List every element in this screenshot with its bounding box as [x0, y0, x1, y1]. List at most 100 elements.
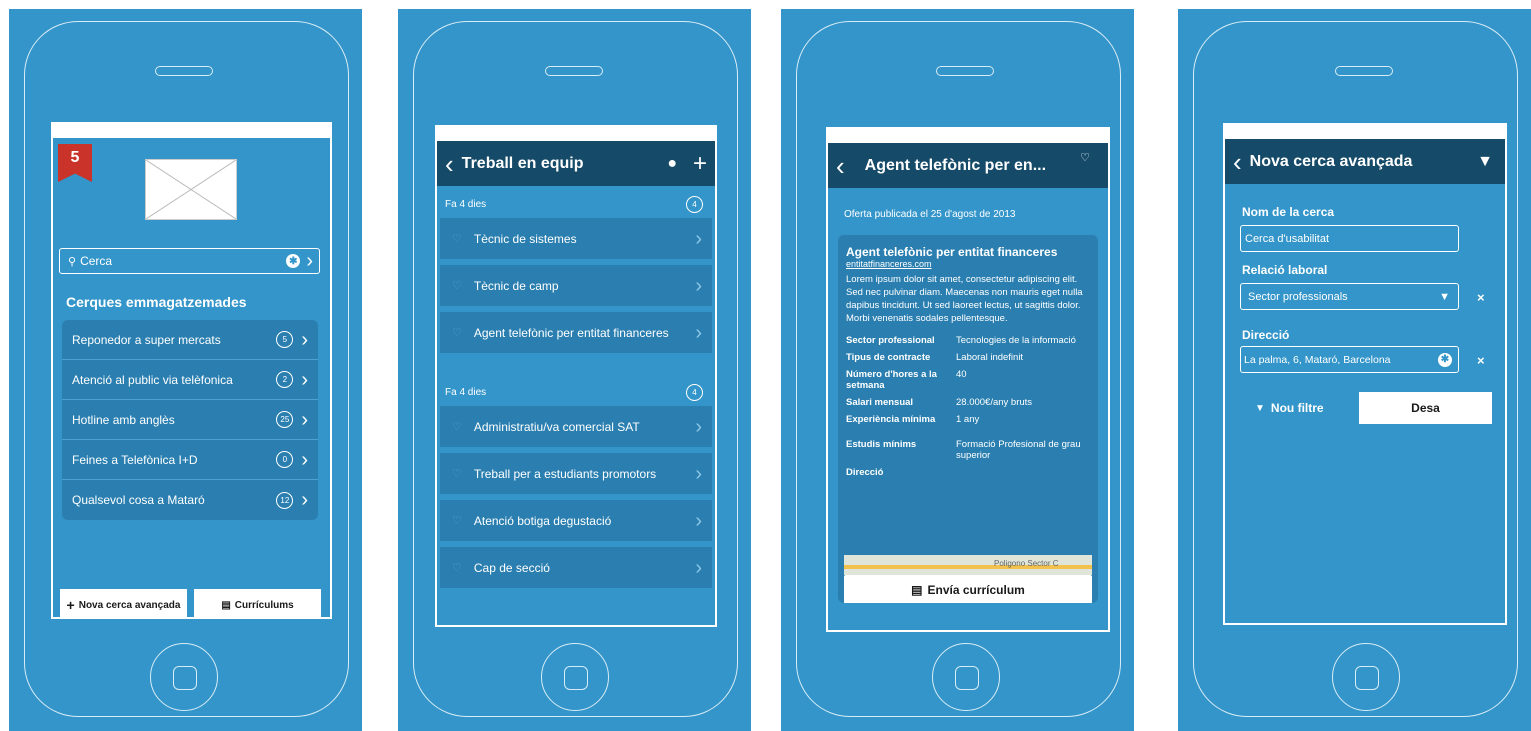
heart-icon[interactable]: ♡ [452, 420, 462, 433]
section-title: Cerques emmagatzemades [66, 294, 247, 310]
search-name-input[interactable]: Cerca d'usabilitat [1240, 225, 1459, 252]
search-input[interactable]: ⚲ Cerca ✱ › [59, 248, 320, 274]
home-button[interactable] [1332, 643, 1400, 711]
new-filter-button[interactable]: ▼ Nou filtre [1255, 401, 1324, 415]
new-advanced-search-button[interactable]: + Nova cerca avançada [60, 589, 187, 617]
job-row[interactable]: ♡ Administratiu/va comercial SAT › [440, 406, 712, 447]
heart-icon[interactable]: ♡ [452, 326, 462, 339]
page-title: Agent telefònic per en... [864, 156, 1047, 174]
saved-searches-list: Reponedor a super mercats 5 › Atenció al p… [62, 320, 318, 520]
heart-icon[interactable]: ♡ [452, 514, 462, 527]
list-item[interactable]: Atenció al public via telèfonica 2 › [62, 360, 318, 400]
locate-icon[interactable]: ✱ [1438, 352, 1452, 367]
job-row[interactable]: ♡ Atenció botiga degustació › [440, 500, 712, 541]
job-row[interactable]: ♡ Agent telefònic per entitat financeres › [440, 312, 712, 353]
phone-speaker [1335, 66, 1393, 76]
back-icon[interactable]: ‹ [445, 151, 454, 177]
phone-speaker [545, 66, 603, 76]
settings-icon[interactable]: ✱ [286, 254, 301, 268]
navbar: ‹ Treball en equip ● + [437, 141, 715, 186]
count-badge: 12 [276, 491, 294, 509]
count-badge: 0 [276, 451, 294, 468]
mockup-panel-advanced-search: ‹ Nova cerca avançada ▼ Nom de la cerca … [1178, 9, 1531, 731]
phone-screen: ‹ Treball en equip ● + Fa 4 dies 4 ♡ Tècn… [435, 125, 717, 627]
phone-speaker [155, 66, 213, 76]
document-icon: ▤ [221, 599, 231, 611]
home-button[interactable] [541, 643, 609, 711]
detail-row: Número d'hores a la setmana 40 [846, 369, 967, 391]
list-item[interactable]: Hotline amb anglès 25 › [62, 400, 318, 440]
count-badge: 5 [276, 331, 294, 348]
search-icon: ⚲ [68, 255, 77, 268]
chevron-right-icon: › [695, 462, 702, 485]
count-badge: 4 [686, 195, 703, 213]
relation-label: Relació laboral [1242, 263, 1328, 277]
map-label: Poligono Sector C [994, 559, 1059, 568]
relation-select[interactable]: Sector professionals ▼ [1240, 283, 1459, 310]
remove-address-icon[interactable]: × [1477, 353, 1485, 368]
chevron-right-icon[interactable]: › [306, 251, 313, 271]
chevron-right-icon: › [695, 509, 702, 532]
heart-icon[interactable]: ♡ [452, 279, 462, 292]
job-row[interactable]: ♡ Treball per a estudiants promotors › [440, 453, 712, 494]
remove-relation-icon[interactable]: × [1477, 290, 1485, 305]
company-link[interactable]: entitatfinanceres.com [846, 259, 1090, 269]
heart-icon[interactable]: ♡ [1080, 151, 1090, 164]
heart-icon[interactable]: ♡ [452, 467, 462, 480]
notification-badge[interactable]: 5 [58, 144, 92, 182]
address-label: Direcció [1242, 328, 1290, 342]
list-item[interactable]: Reponedor a super mercats 5 › [62, 320, 318, 360]
list-item[interactable]: Feines a Telefònica I+D 0 › [62, 440, 318, 480]
save-button[interactable]: Desa [1359, 392, 1492, 424]
navbar: ‹ Agent telefònic per en... ♡ [828, 143, 1108, 188]
group-header: Fa 4 dies 4 [437, 381, 715, 403]
phone-screen: ‹ Nova cerca avançada ▼ Nom de la cerca … [1223, 123, 1507, 625]
chevron-right-icon: › [695, 415, 702, 438]
logo-placeholder-image [145, 159, 237, 220]
job-row[interactable]: ♡ Tècnic de camp › [440, 265, 712, 306]
add-icon[interactable]: + [693, 151, 707, 176]
resumes-button[interactable]: ▤ Currículums [194, 589, 321, 617]
send-resume-button[interactable]: ▤ Envía currículum [844, 575, 1092, 603]
list-item[interactable]: Qualsevol cosa a Mataró 12 › [62, 480, 318, 520]
chevron-right-icon: › [301, 368, 308, 391]
count-badge: 4 [686, 383, 703, 401]
back-icon[interactable]: ‹ [836, 153, 845, 179]
heart-icon[interactable]: ♡ [452, 561, 462, 574]
chevron-right-icon: › [301, 448, 308, 471]
chevron-right-icon: › [695, 321, 702, 344]
navbar: ‹ Nova cerca avançada ▼ [1225, 139, 1505, 184]
chevron-right-icon: › [695, 556, 702, 579]
chevron-right-icon: › [301, 408, 308, 431]
mockup-panel-job-detail: ‹ Agent telefònic per en... ♡ Oferta pub… [781, 9, 1134, 731]
map-preview[interactable]: Poligono Sector C [844, 555, 1092, 575]
dropdown-arrow-icon: ▼ [1439, 290, 1450, 303]
job-title: Agent telefònic per entitat financeres [846, 245, 1058, 259]
heart-icon[interactable]: ♡ [452, 232, 462, 245]
filter-icon[interactable]: ▼ [1477, 153, 1493, 171]
chevron-right-icon: › [695, 227, 702, 250]
phone-screen: ‹ Agent telefònic per en... ♡ Oferta pub… [826, 127, 1110, 632]
job-row[interactable]: ♡ Tècnic de sistemes › [440, 218, 712, 259]
job-detail-card: Agent telefònic per entitat financeres e… [838, 235, 1098, 603]
count-badge: 2 [276, 371, 294, 388]
address-input[interactable]: La palma, 6, Mataró, Barcelona ✱ [1240, 346, 1459, 373]
detail-row: Estudis mínims Formació Profesional de gr… [846, 439, 1081, 461]
detail-row: Experiència mínima 1 any [846, 414, 980, 425]
filter-icon: ▼ [1255, 402, 1265, 414]
page-title: Treball en equip [461, 154, 584, 172]
mockup-panel-job-list: ‹ Treball en equip ● + Fa 4 dies 4 ♡ Tècn… [398, 9, 751, 731]
job-description: Lorem ipsum dolor sit amet, consectetur … [846, 274, 1083, 324]
mockup-panel-saved-searches: 5 ⚲ Cerca ✱ › Cerques emmagatzemades Rep… [9, 9, 362, 731]
phone-speaker [936, 66, 994, 76]
location-pin-icon[interactable]: ● [667, 155, 677, 173]
job-row[interactable]: ♡ Cap de secció › [440, 547, 712, 588]
home-button[interactable] [932, 643, 1000, 711]
published-date: Oferta publicada el 25 d'agost de 2013 [844, 209, 1016, 220]
detail-row: Sector professional Tecnologies de la inf… [846, 335, 1076, 346]
chevron-right-icon: › [695, 274, 702, 297]
phone-screen: 5 ⚲ Cerca ✱ › Cerques emmagatzemades Rep… [51, 122, 332, 619]
back-icon[interactable]: ‹ [1233, 149, 1242, 175]
home-button[interactable] [150, 643, 218, 711]
detail-row: Tipus de contracte Laboral indefinit [846, 352, 1024, 363]
